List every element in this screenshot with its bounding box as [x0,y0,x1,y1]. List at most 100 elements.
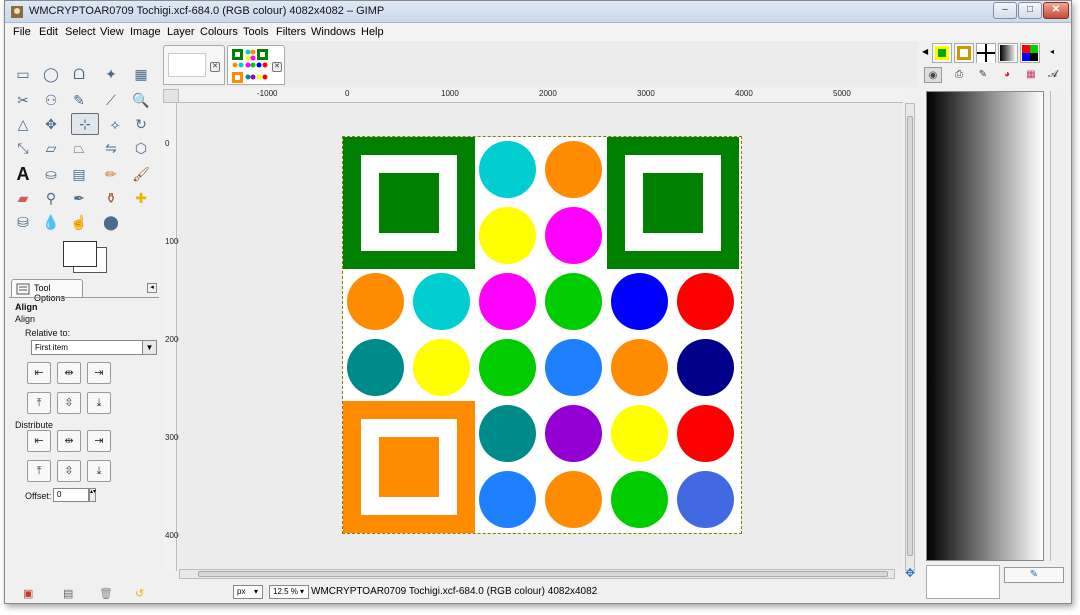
menu-layer[interactable]: Layer [167,26,195,38]
vertical-scrollbar[interactable] [905,103,915,571]
patterns-tab[interactable] [954,43,974,63]
smudge-icon[interactable]: ☝ [67,211,91,233]
gradients-tab[interactable] [998,43,1018,63]
close-icon[interactable]: ✕ [210,62,220,72]
reset-options-icon[interactable]: ↺ [135,587,149,600]
menu-windows[interactable]: Windows [311,26,356,38]
align-right-button[interactable]: ⇥ [87,362,111,384]
scrollbar-thumb[interactable] [907,116,913,556]
maximize-button[interactable]: □ [1018,2,1042,19]
fuzzy-select-icon[interactable]: ✦ [99,63,123,85]
scale-icon[interactable]: ⤡ [11,137,35,159]
gradient-preview[interactable] [926,91,1044,561]
cage-transform-icon[interactable]: ⬡ [129,137,153,159]
rotate-icon[interactable]: ↻ [129,113,153,135]
color-picker-icon[interactable]: ⟋ [99,89,123,111]
gimp-mascot-icon[interactable]: ◉ [924,67,942,83]
image-canvas[interactable] [179,103,903,571]
crop-icon[interactable]: ⟡ [103,113,127,135]
distribute-left-button[interactable]: ⇤ [27,430,51,452]
perspective-clone-icon[interactable]: ⛁ [11,211,35,233]
distribute-right-button[interactable]: ⇥ [87,430,111,452]
distribute-middle-button[interactable]: ⇳ [57,460,81,482]
menu-view[interactable]: View [100,26,124,38]
eraser-icon[interactable]: ▰ [11,187,35,209]
navigate-icon[interactable]: ✥ [905,567,917,579]
tab-tool-options[interactable]: Tool Options [11,279,83,303]
zoom-icon[interactable]: 🔍 [129,89,153,111]
vertical-ruler[interactable]: 0 1000 2000 3000 4000 [163,103,183,571]
dock-scrollbar[interactable] [1050,91,1066,561]
ruler-corner[interactable] [163,89,179,103]
image-tab-1[interactable]: ✕ [163,45,225,85]
scrollbar-thumb[interactable] [198,571,888,577]
offset-input[interactable]: 0 [53,488,89,502]
move-icon[interactable]: ✥ [39,113,63,135]
blend-icon[interactable]: ▤ [67,163,91,185]
fonts-tab[interactable] [976,43,996,63]
align-bottom-button[interactable]: ⤓ [87,392,111,414]
menu-image[interactable]: Image [130,26,161,38]
align-left-button[interactable]: ⇤ [27,362,51,384]
free-select-icon[interactable]: ᗝ [67,63,91,85]
fg-bg-color-selector[interactable] [63,241,109,273]
perspective-icon[interactable]: ⏢ [67,137,91,159]
chevron-down-icon[interactable]: ▼ [142,341,156,354]
clone-icon[interactable]: ⚱ [99,187,123,209]
panel-menu-icon[interactable]: ◂ [147,283,157,293]
paths-icon[interactable]: ✎ [67,89,91,111]
heal-icon[interactable]: ✚ [129,187,153,209]
horizontal-ruler[interactable]: -1000 0 1000 2000 3000 4000 5000 [179,89,903,103]
shear-icon[interactable]: ▱ [39,137,63,159]
image-tab-2[interactable]: ✕ [227,45,285,85]
dock-menu-icon[interactable]: ◂ [1050,47,1054,56]
text-tool-icon[interactable]: A [11,163,35,185]
flip-icon[interactable]: ⇋ [99,137,123,159]
font-icon[interactable]: 𝓐 [1044,67,1062,83]
delete-options-icon[interactable]: 🗑 [99,587,113,600]
brush-icon[interactable]: ✎ [974,67,992,83]
rect-select-icon[interactable]: ▭ [11,63,35,85]
brushes-tab[interactable] [932,43,952,63]
horizontal-scrollbar[interactable] [179,569,895,579]
ellipse-select-icon[interactable]: ◯ [39,63,63,85]
menu-tools[interactable]: Tools [243,26,269,38]
distribute-top-button[interactable]: ⤒ [27,460,51,482]
unit-select[interactable]: px ▾ [233,585,263,599]
printer-icon[interactable]: ⎙ [950,67,968,83]
pencil-icon[interactable]: ✏ [99,163,123,185]
zoom-select[interactable]: 12.5 % ▾ [269,585,309,599]
menu-edit[interactable]: Edit [39,26,58,38]
close-icon[interactable]: ✕ [272,62,282,72]
relative-to-dropdown[interactable]: First item ▼ [31,340,157,355]
align-top-button[interactable]: ⤒ [27,392,51,414]
scissors-select-icon[interactable]: ✂ [11,89,35,111]
menu-help[interactable]: Help [361,26,384,38]
edit-icon[interactable]: ✎ [1004,567,1064,583]
distribute-bottom-button[interactable]: ⤓ [87,460,111,482]
measure-icon[interactable]: △ [11,113,35,135]
airbrush-icon[interactable]: ⚲ [39,187,63,209]
foreground-select-icon[interactable]: ⚇ [39,89,63,111]
image-content[interactable] [342,136,742,534]
color-wheel-icon[interactable]: ◕ [998,67,1016,83]
offset-spinner[interactable]: ▴▾ [89,488,96,502]
bucket-fill-icon[interactable]: ⛀ [39,163,63,185]
select-by-color-icon[interactable]: ▦ [129,63,153,85]
dock-scroll-left-icon[interactable]: ◀ [922,47,928,56]
save-options-icon[interactable]: ▣ [23,587,37,600]
align-center-button[interactable]: ⇹ [57,362,81,384]
palette-small-icon[interactable]: ▦ [1022,67,1040,83]
ink-icon[interactable]: ✒ [67,187,91,209]
align-tool-icon[interactable]: ⊹ [71,113,99,135]
palettes-tab[interactable] [1020,43,1040,63]
minimize-button[interactable]: – [993,2,1017,19]
distribute-center-button[interactable]: ⇹ [57,430,81,452]
paintbrush-icon[interactable]: 🖌 [129,163,153,185]
close-button[interactable]: ✕ [1043,2,1069,19]
menu-filters[interactable]: Filters [276,26,306,38]
blur-sharpen-icon[interactable]: 💧 [39,211,63,233]
menu-file[interactable]: File [13,26,31,38]
menu-select[interactable]: Select [65,26,96,38]
restore-options-icon[interactable]: ▤ [63,587,77,600]
